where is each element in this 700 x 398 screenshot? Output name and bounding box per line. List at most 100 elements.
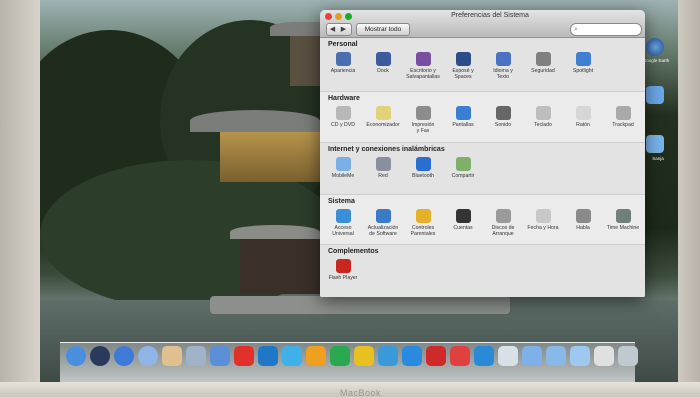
pane-spotlight[interactable]: Spotlight: [564, 52, 602, 74]
trackpad-icon: [615, 106, 631, 120]
folder-icon[interactable]: [646, 86, 664, 104]
pane-network[interactable]: Red: [364, 157, 402, 179]
pane-parental[interactable]: Controles Parentales: [404, 209, 442, 237]
back-forward-buttons[interactable]: ◀ ▶: [326, 23, 352, 36]
startup-disk-icon: [495, 209, 511, 223]
close-button[interactable]: [325, 13, 332, 20]
google-earth-icon[interactable]: [646, 38, 664, 56]
show-all-button[interactable]: Mostrar todo: [356, 23, 410, 36]
displays-icon: [455, 106, 471, 120]
pane-label: Dock: [377, 68, 389, 74]
pane-label: Apariencia: [330, 68, 356, 74]
pane-flash[interactable]: Flash Player: [324, 259, 362, 281]
folder-label: Sanja: [652, 156, 664, 161]
dock-app-icon[interactable]: [234, 346, 254, 366]
security-icon: [535, 52, 551, 66]
pane-label: Time Machine: [606, 225, 640, 231]
window-title: Preferencias del Sistema: [451, 12, 529, 19]
pane-label-line2: y Fax: [416, 128, 430, 134]
pane-label: Habla: [576, 225, 590, 231]
pane-cd[interactable]: CD y DVD: [324, 106, 362, 128]
pane-energy[interactable]: Economizador: [364, 106, 402, 128]
date-time-icon: [535, 209, 551, 223]
pane-printer[interactable]: Impresión y Fax: [404, 106, 442, 134]
dock-app-icon[interactable]: [210, 346, 230, 366]
dock-app-icon[interactable]: [618, 346, 638, 366]
section-title: Personal: [328, 41, 358, 48]
monitor-bezel-left: [0, 0, 40, 397]
folder-icon[interactable]: [646, 135, 664, 153]
pane-label: Trackpad: [612, 122, 634, 128]
dock-app-icon[interactable]: [330, 346, 350, 366]
pane-label-line2: Spaces: [454, 74, 472, 80]
pane-desktop[interactable]: Escritorio y Salvapantallas: [404, 52, 442, 80]
forward-button[interactable]: ▶: [338, 24, 349, 35]
search-field[interactable]: ⌕: [570, 23, 642, 36]
pane-date-time[interactable]: Fecha y Hora: [524, 209, 562, 231]
keyboard-icon: [535, 106, 551, 120]
printer-icon: [415, 106, 431, 120]
back-button[interactable]: ◀: [327, 24, 338, 35]
pane-trackpad[interactable]: Trackpad: [604, 106, 642, 128]
pagoda-body-gold: [220, 132, 320, 182]
dock-app-icon[interactable]: [258, 346, 278, 366]
section-complementos: Complementos Flash Player: [320, 244, 645, 297]
appearance-icon: [335, 52, 351, 66]
section-hardware: Hardware CD y DVD Economizador Impresión y …: [320, 91, 645, 143]
pane-dock[interactable]: Dock: [364, 52, 402, 74]
pane-label: CD y DVD: [331, 122, 355, 128]
dock-app-icon[interactable]: [426, 346, 446, 366]
dock-app-icon[interactable]: [450, 346, 470, 366]
pane-mouse[interactable]: Ratón: [564, 106, 602, 128]
pane-accessibility[interactable]: Acceso Universal: [324, 209, 362, 237]
dock-app-icon[interactable]: [546, 346, 566, 366]
section-sistema: Sistema Acceso Universal Actualización de S…: [320, 194, 645, 245]
pane-software-update[interactable]: Actualización de Software: [364, 209, 402, 237]
pane-security[interactable]: Seguridad: [524, 52, 562, 74]
pane-sharing[interactable]: Compartir: [444, 157, 482, 179]
pagoda-roof-middle: [190, 110, 320, 132]
dock-app-icon[interactable]: [474, 346, 494, 366]
pane-appearance[interactable]: Apariencia: [324, 52, 362, 74]
dock-app-icon[interactable]: [378, 346, 398, 366]
dock-app-icon[interactable]: [186, 346, 206, 366]
dock-app-icon[interactable]: [402, 346, 422, 366]
zoom-button[interactable]: [345, 13, 352, 20]
search-icon: ⌕: [574, 26, 578, 33]
dock-app-icon[interactable]: [306, 346, 326, 366]
dock-app-icon[interactable]: [90, 346, 110, 366]
minimize-button[interactable]: [335, 13, 342, 20]
pane-mobileme[interactable]: MobileMe: [324, 157, 362, 179]
sharing-icon: [455, 157, 471, 171]
mouse-icon: [575, 106, 591, 120]
pane-label: Teclado: [534, 122, 552, 128]
dock-app-icon[interactable]: [162, 346, 182, 366]
pane-accounts[interactable]: Cuentas: [444, 209, 482, 231]
section-title: Sistema: [328, 198, 355, 205]
dock-app-icon[interactable]: [66, 346, 86, 366]
dock-app-icon[interactable]: [138, 346, 158, 366]
system-preferences-window: Preferencias del Sistema ◀ ▶ Mostrar todo…: [320, 10, 645, 297]
dock-app-icon[interactable]: [114, 346, 134, 366]
dock-app-icon[interactable]: [282, 346, 302, 366]
pane-sound[interactable]: Sonido: [484, 106, 522, 128]
dock-app-icon[interactable]: [594, 346, 614, 366]
dock-app-icon[interactable]: [570, 346, 590, 366]
pane-time-machine[interactable]: Time Machine: [604, 209, 642, 231]
monitor-bezel-right: [678, 0, 700, 397]
dock-app-icon[interactable]: [354, 346, 374, 366]
pane-label: Cuentas: [453, 225, 473, 231]
pane-keyboard[interactable]: Teclado: [524, 106, 562, 128]
pane-startup-disk[interactable]: Discos de Arranque: [484, 209, 522, 237]
pane-bluetooth[interactable]: Bluetooth: [404, 157, 442, 179]
dock-app-icon[interactable]: [522, 346, 542, 366]
pagoda-base: [240, 239, 320, 294]
pane-speech[interactable]: Habla: [564, 209, 602, 231]
pane-displays[interactable]: Pantallas: [444, 106, 482, 128]
pane-language[interactable]: Idioma y Texto: [484, 52, 522, 80]
pane-label: Ratón: [576, 122, 590, 128]
software-update-icon: [375, 209, 391, 223]
dock-app-icon[interactable]: [498, 346, 518, 366]
pane-expose[interactable]: Exposé y Spaces: [444, 52, 482, 80]
network-icon: [375, 157, 391, 171]
